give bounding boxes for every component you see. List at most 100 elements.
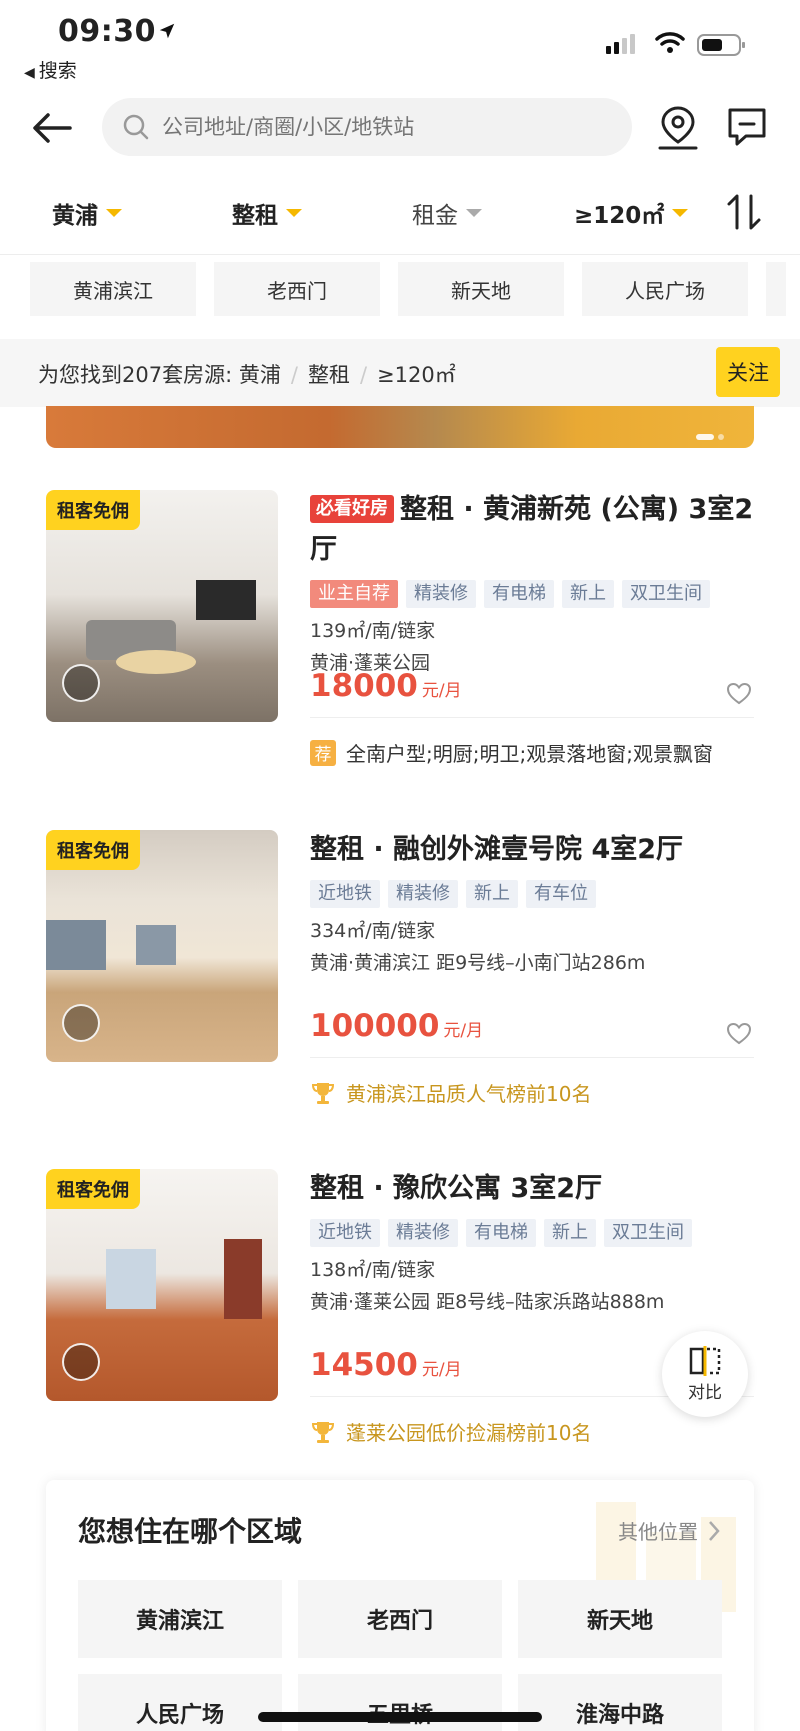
listing-tag: 近地铁 xyxy=(310,1219,380,1247)
listing-note: 蓬莱公园低价捡漏榜前10名 xyxy=(310,1417,591,1446)
promo-banner[interactable] xyxy=(46,406,754,448)
quick-tag[interactable]: 黄浦滨江 xyxy=(30,262,196,316)
top-nav xyxy=(0,96,800,160)
filter-district[interactable]: 黄浦 xyxy=(52,196,122,230)
other-location-label: 其他位置 xyxy=(618,1520,698,1544)
listing-card[interactable]: 租客免佣 整租 · 豫欣公寓 3室2厅 近地铁 精装修 有电梯 新上 双卫生间 … xyxy=(46,1169,754,1459)
listing-card[interactable]: 租客免佣 整租 · 融创外滩壹号院 4室2厅 近地铁 精装修 新上 有车位 33… xyxy=(46,830,754,1120)
listing-tag: 有电梯 xyxy=(484,580,554,608)
listing-info: 整租 · 融创外滩壹号院 4室2厅 近地铁 精装修 新上 有车位 334㎡/南/… xyxy=(310,830,754,1106)
quick-tag[interactable]: 人民广场 xyxy=(582,262,748,316)
result-summary-bar: 为您找到207套房源: 黄浦 / 整租 / ≥120㎡ 关注 xyxy=(0,339,800,407)
listing-tag: 有电梯 xyxy=(466,1219,536,1247)
listing-note-text: 黄浦滨江品质人气榜前10名 xyxy=(346,1082,592,1106)
area-option[interactable]: 人民广场 xyxy=(78,1674,282,1731)
listing-tags: 业主自荐 精装修 有电梯 新上 双卫生间 xyxy=(310,580,754,608)
map-pin-icon[interactable] xyxy=(654,104,702,152)
caret-down-icon xyxy=(106,209,122,217)
follow-button[interactable]: 关注 xyxy=(716,347,780,397)
listing-tag: 有车位 xyxy=(526,880,596,908)
listing-photo[interactable]: 租客免佣 xyxy=(46,830,278,1062)
filter-area-label: ≥120㎡ xyxy=(574,203,665,229)
trophy-icon xyxy=(311,1082,335,1104)
caret-down-icon xyxy=(672,209,689,217)
listing-price: 18000 xyxy=(310,668,418,704)
listing-price: 14500 xyxy=(310,1347,418,1383)
compare-button[interactable]: 对比 xyxy=(662,1331,748,1417)
listing-note: 黄浦滨江品质人气榜前10名 xyxy=(310,1078,591,1107)
criteria-district: 黄浦 xyxy=(238,363,281,387)
criteria-area: ≥120㎡ xyxy=(377,363,456,387)
area-option[interactable]: 黄浦滨江 xyxy=(78,1580,282,1658)
back-app-label: 搜索 xyxy=(38,60,77,82)
quick-tag[interactable]: 老西门 xyxy=(214,262,380,316)
listing-tag: 业主自荐 xyxy=(310,580,398,608)
listing-tag: 精装修 xyxy=(388,1219,458,1247)
vr-icon[interactable] xyxy=(62,664,100,702)
status-time: 09:30 xyxy=(58,14,156,49)
no-commission-badge: 租客免佣 xyxy=(46,1169,140,1209)
listing-price: 100000 xyxy=(310,1008,440,1044)
listing-title: 必看好房 整租 · 黄浦新苑 (公寓) 3室2厅 xyxy=(310,490,754,570)
listing-tag: 精装修 xyxy=(388,880,458,908)
battery-icon xyxy=(697,34,745,56)
quick-area-tags: 黄浦滨江 老西门 新天地 人民广场 xyxy=(30,262,786,316)
vr-icon[interactable] xyxy=(62,1004,100,1042)
filter-rent-type[interactable]: 整租 xyxy=(232,196,302,230)
chevron-right-icon xyxy=(709,1520,720,1541)
listing-note: 荐全南户型;明厨;明卫;观景落地窗;观景飘窗 xyxy=(310,738,713,767)
area-section: 您想住在哪个区域 其他位置 黄浦滨江 老西门 新天地 人民广场 五里桥 淮海中路 xyxy=(46,1480,754,1731)
listing-location: 黄浦·黄浦滨江 距9号线–小南门站286m xyxy=(310,952,646,974)
listing-tag: 精装修 xyxy=(406,580,476,608)
price-row: 100000 元/月 xyxy=(310,1008,754,1058)
area-option[interactable]: 淮海中路 xyxy=(518,1674,722,1731)
message-icon[interactable] xyxy=(724,106,770,150)
filter-district-label: 黄浦 xyxy=(52,203,98,229)
listing-tags: 近地铁 精装修 有电梯 新上 双卫生间 xyxy=(310,1219,754,1247)
signal-icon xyxy=(606,34,635,54)
area-grid: 黄浦滨江 老西门 新天地 人民广场 五里桥 淮海中路 xyxy=(78,1580,722,1731)
listing-info: 必看好房 整租 · 黄浦新苑 (公寓) 3室2厅 业主自荐 精装修 有电梯 新上 … xyxy=(310,490,754,766)
heart-icon[interactable] xyxy=(726,682,752,706)
filter-price-label: 租金 xyxy=(412,203,458,229)
filter-area[interactable]: ≥120㎡ xyxy=(574,196,689,230)
area-option[interactable]: 五里桥 xyxy=(298,1674,502,1731)
location-arrow-icon xyxy=(159,23,175,39)
listing-tag: 双卫生间 xyxy=(604,1219,692,1247)
filter-rent-type-label: 整租 xyxy=(232,203,278,229)
divider xyxy=(0,254,800,255)
carousel-dots xyxy=(696,434,724,440)
vr-icon[interactable] xyxy=(62,1343,100,1381)
listing-location: 黄浦·蓬莱公园 距8号线–陆家浜路站888m xyxy=(310,1291,665,1313)
search-icon xyxy=(123,114,149,140)
listing-card[interactable]: 租客免佣 必看好房 整租 · 黄浦新苑 (公寓) 3室2厅 业主自荐 精装修 有电… xyxy=(46,490,754,780)
back-arrow-icon[interactable] xyxy=(30,106,76,150)
filter-price[interactable]: 租金 xyxy=(412,196,482,230)
heart-icon[interactable] xyxy=(726,1022,752,1046)
area-option[interactable]: 新天地 xyxy=(518,1580,722,1658)
search-bar[interactable] xyxy=(102,98,632,156)
listing-tag: 近地铁 xyxy=(310,880,380,908)
sort-icon[interactable] xyxy=(726,192,762,232)
criteria-rent-type: 整租 xyxy=(307,363,350,387)
listing-photo[interactable]: 租客免佣 xyxy=(46,1169,278,1401)
result-count: 为您找到207套房源: xyxy=(38,363,233,387)
compare-label: 对比 xyxy=(688,1382,722,1403)
search-input[interactable] xyxy=(162,115,602,139)
listing-title: 整租 · 融创外滩壹号院 4室2厅 xyxy=(310,834,684,865)
listing-photo[interactable]: 租客免佣 xyxy=(46,490,278,722)
listing-tag: 双卫生间 xyxy=(622,580,710,608)
quick-tag-overflow[interactable] xyxy=(766,262,786,316)
back-to-app-link[interactable]: ◀ 搜索 xyxy=(24,56,77,83)
other-location-link[interactable]: 其他位置 xyxy=(618,1516,720,1545)
price-unit: 元/月 xyxy=(421,1360,462,1380)
listing-spec: 139㎡/南/链家 xyxy=(310,620,436,642)
listing-tag: 新上 xyxy=(466,880,518,908)
no-commission-badge: 租客免佣 xyxy=(46,490,140,530)
price-unit: 元/月 xyxy=(443,1021,484,1041)
listing-note-text: 全南户型;明厨;明卫;观景落地窗;观景飘窗 xyxy=(346,742,713,766)
quick-tag[interactable]: 新天地 xyxy=(398,262,564,316)
area-option[interactable]: 老西门 xyxy=(298,1580,502,1658)
caret-down-icon xyxy=(286,209,302,217)
listing-note-text: 蓬莱公园低价捡漏榜前10名 xyxy=(346,1421,592,1445)
